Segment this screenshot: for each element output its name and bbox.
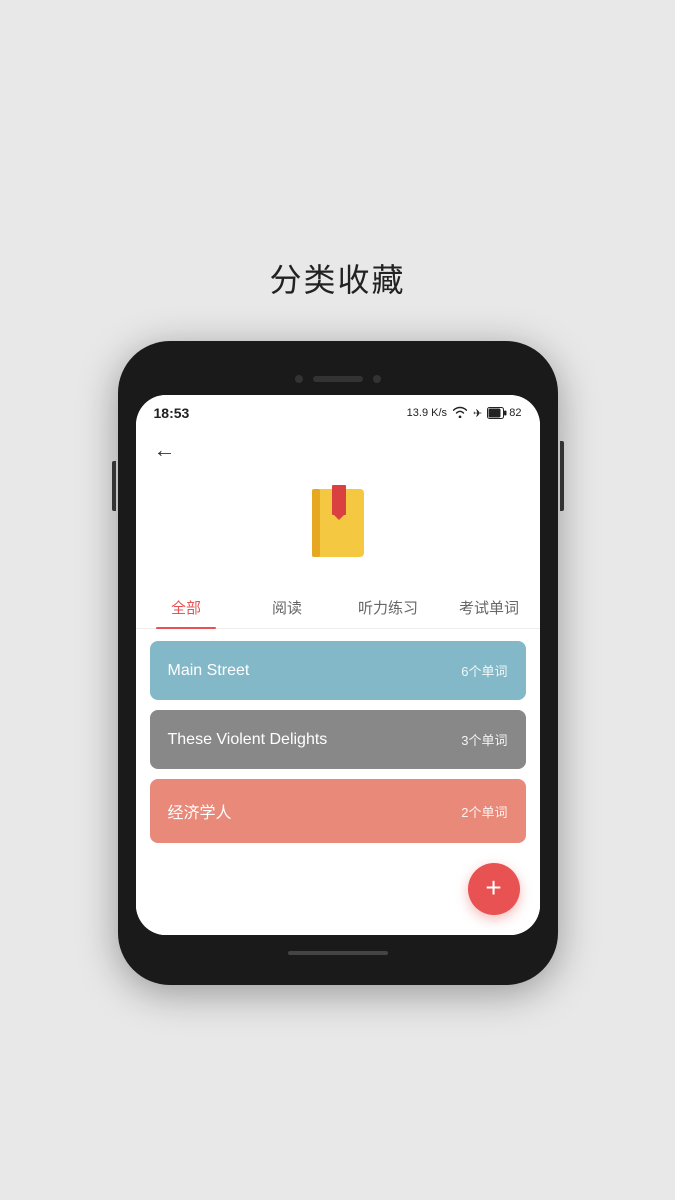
book-icon-area xyxy=(136,469,540,585)
home-indicator xyxy=(288,951,388,955)
fab-area: + xyxy=(136,855,540,935)
page-title: 分类收藏 xyxy=(269,255,405,301)
phone-screen: 18:53 13.9 K/s ✈ xyxy=(136,395,540,935)
phone-top-bar xyxy=(136,363,540,395)
list-item-main-street[interactable]: Main Street 6个单词 xyxy=(150,641,526,700)
list-item-title: Main Street xyxy=(168,662,250,680)
wifi-icon xyxy=(452,406,468,421)
tab-listening[interactable]: 听力练习 xyxy=(338,585,439,628)
app-content: ← 全部 阅读 xyxy=(136,427,540,935)
volume-button xyxy=(112,461,116,511)
list-item-economist[interactable]: 经济学人 2个单词 xyxy=(150,779,526,843)
add-collection-button[interactable]: + xyxy=(468,863,520,915)
earpiece-speaker xyxy=(313,376,363,382)
book-icon xyxy=(302,485,374,565)
list-item-title: These Violent Delights xyxy=(168,731,328,749)
status-time: 18:53 xyxy=(154,405,190,421)
list-container: Main Street 6个单词 These Violent Delights … xyxy=(136,629,540,855)
proximity-sensor xyxy=(373,375,381,383)
list-item-count: 3个单词 xyxy=(461,730,507,749)
tab-exam[interactable]: 考试单词 xyxy=(439,585,540,628)
network-speed: 13.9 K/s xyxy=(407,407,447,419)
tab-reading[interactable]: 阅读 xyxy=(237,585,338,628)
list-item-title: 经济学人 xyxy=(168,799,232,823)
phone-frame: 18:53 13.9 K/s ✈ xyxy=(118,341,558,985)
battery-icon: 82 xyxy=(487,407,521,419)
status-bar: 18:53 13.9 K/s ✈ xyxy=(136,395,540,427)
status-icons: 13.9 K/s ✈ xyxy=(407,406,522,421)
power-button xyxy=(560,441,564,511)
plus-icon: + xyxy=(485,874,501,902)
list-item-violent-delights[interactable]: These Violent Delights 3个单词 xyxy=(150,710,526,769)
list-item-count: 6个单词 xyxy=(461,661,507,680)
phone-bottom xyxy=(136,935,540,963)
tab-all[interactable]: 全部 xyxy=(136,585,237,628)
back-button[interactable]: ← xyxy=(154,437,176,463)
nav-bar: ← xyxy=(136,427,540,469)
front-camera xyxy=(295,375,303,383)
list-item-count: 2个单词 xyxy=(461,802,507,821)
airplane-icon: ✈ xyxy=(473,407,482,420)
tabs-bar: 全部 阅读 听力练习 考试单词 xyxy=(136,585,540,629)
